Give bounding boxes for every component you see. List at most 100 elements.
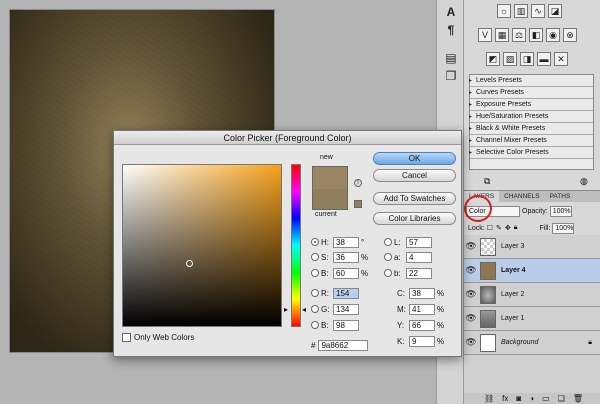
input-lab-b[interactable]: 22: [406, 267, 432, 279]
posterize-icon[interactable]: ▨: [503, 52, 517, 66]
hue-saturation-icon[interactable]: ▦: [495, 28, 509, 42]
adjustment-icon[interactable]: ◑: [529, 393, 534, 404]
field-blue: B: 98: [311, 319, 359, 331]
tab-paths[interactable]: PATHS: [545, 191, 576, 202]
layer-thumbnail: [480, 309, 496, 328]
input-l[interactable]: 57: [406, 236, 432, 248]
color-balance-icon[interactable]: ⚖: [512, 28, 526, 42]
clip-to-layer-icon[interactable]: ⧉: [484, 176, 490, 187]
radio-lab-b[interactable]: [384, 269, 392, 277]
preset-item[interactable]: Channel Mixer Presets: [469, 135, 593, 147]
layer-thumbnail: [480, 237, 496, 256]
add-to-swatches-button[interactable]: Add To Swatches: [373, 192, 456, 205]
input-g[interactable]: 134: [333, 303, 359, 315]
preset-item[interactable]: Hue/Saturation Presets: [469, 111, 593, 123]
field-b: B: 60 %: [311, 267, 368, 279]
notes-panel-icon[interactable]: ▤: [443, 50, 459, 66]
visibility-toggle-icon[interactable]: ◍: [580, 176, 588, 187]
vibrance-icon[interactable]: V: [478, 28, 492, 42]
paragraph-panel-icon[interactable]: ¶: [443, 22, 459, 38]
lock-move-icon[interactable]: ✥: [505, 224, 511, 232]
eye-icon[interactable]: 👁︎: [464, 289, 478, 300]
radio-h[interactable]: [311, 238, 319, 246]
invert-icon[interactable]: ◩: [486, 52, 500, 66]
curves-icon[interactable]: ∿: [531, 4, 545, 18]
character-panel-icon[interactable]: A: [443, 4, 459, 20]
layer-name: Layer 3: [501, 243, 525, 250]
layer-row[interactable]: 👁︎ Background 🔒︎: [464, 331, 600, 355]
input-k[interactable]: 9: [409, 335, 435, 347]
preset-item[interactable]: Black & White Presets: [469, 123, 593, 135]
current-color-swatch[interactable]: [313, 189, 347, 209]
input-c[interactable]: 38: [409, 287, 435, 299]
radio-b[interactable]: [311, 269, 319, 277]
input-b[interactable]: 60: [333, 267, 359, 279]
radio-s[interactable]: [311, 253, 319, 261]
exposure-icon[interactable]: ◪: [548, 4, 562, 18]
color-swatch: [312, 166, 348, 210]
only-web-colors-checkbox[interactable]: [122, 333, 131, 342]
lock-all-icon[interactable]: 🔒︎: [514, 224, 518, 232]
radio-l[interactable]: [384, 238, 392, 246]
color-libraries-button[interactable]: Color Libraries: [373, 212, 456, 225]
preset-item[interactable]: Curves Presets: [469, 87, 593, 99]
preset-item[interactable]: Selective Color Presets: [469, 147, 593, 159]
input-r[interactable]: 154: [333, 287, 359, 299]
clone-source-icon[interactable]: ❐: [443, 68, 459, 84]
web-safe-swatch[interactable]: [354, 200, 362, 208]
preset-item[interactable]: Exposure Presets: [469, 99, 593, 111]
cancel-button[interactable]: Cancel: [373, 169, 456, 182]
input-s[interactable]: 36: [333, 251, 359, 263]
link-icon[interactable]: ⛓: [484, 393, 494, 404]
input-a[interactable]: 4: [406, 251, 432, 263]
radio-g[interactable]: [311, 305, 319, 313]
tab-channels[interactable]: CHANNELS: [499, 191, 544, 202]
lock-transparent-icon[interactable]: ☐: [487, 224, 493, 232]
radio-blue[interactable]: [311, 321, 319, 329]
channel-mixer-icon[interactable]: ⊗: [563, 28, 577, 42]
eye-icon[interactable]: 👁︎: [464, 313, 478, 324]
layer-name: Layer 4: [501, 267, 526, 274]
black-white-icon[interactable]: ◧: [529, 28, 543, 42]
fx-icon[interactable]: fx: [502, 393, 508, 404]
photo-filter-icon[interactable]: ◉: [546, 28, 560, 42]
hue-marker-right-icon[interactable]: ◂: [302, 305, 306, 314]
hex-input[interactable]: 9a8662: [318, 340, 369, 351]
label-lab-b: b:: [394, 268, 401, 278]
mask-icon[interactable]: ◙: [516, 393, 521, 404]
input-blue[interactable]: 98: [333, 319, 359, 331]
layer-row[interactable]: 👁︎ Layer 4: [464, 259, 600, 283]
hue-marker-left-icon[interactable]: ▸: [284, 305, 288, 314]
preset-item[interactable]: Levels Presets: [469, 75, 593, 87]
layer-row[interactable]: 👁︎ Layer 2: [464, 283, 600, 307]
label-s: S:: [321, 252, 329, 262]
radio-a[interactable]: [384, 253, 392, 261]
label-a: a:: [394, 252, 401, 262]
gradient-map-icon[interactable]: ▬: [537, 52, 551, 66]
selective-color-icon[interactable]: ✕: [554, 52, 568, 66]
input-y[interactable]: 66: [409, 319, 435, 331]
new-layer-icon[interactable]: ❏: [558, 393, 565, 404]
trash-icon[interactable]: 🗑︎: [573, 393, 583, 404]
eye-icon[interactable]: 👁︎: [464, 337, 478, 348]
folder-icon[interactable]: ▭: [542, 393, 550, 404]
threshold-icon[interactable]: ◨: [520, 52, 534, 66]
brightness-icon[interactable]: ☼: [497, 4, 511, 18]
layer-row[interactable]: 👁︎ Layer 3: [464, 235, 600, 259]
input-h[interactable]: 38: [333, 236, 359, 248]
label-b: B:: [321, 268, 329, 278]
lock-paint-icon[interactable]: ✎: [496, 224, 502, 232]
levels-icon[interactable]: ▥: [514, 4, 528, 18]
eye-icon[interactable]: 👁︎: [464, 265, 478, 276]
color-field-cursor[interactable]: [186, 260, 193, 267]
layer-row[interactable]: 👁︎ Layer 1: [464, 307, 600, 331]
fill-input[interactable]: 100%: [552, 222, 575, 234]
hue-slider[interactable]: [291, 164, 301, 327]
eye-icon[interactable]: 👁︎: [464, 241, 478, 252]
ok-button[interactable]: OK: [373, 152, 456, 165]
color-field[interactable]: [122, 164, 282, 327]
input-m[interactable]: 41: [409, 303, 435, 315]
opacity-input[interactable]: 100%: [549, 205, 572, 217]
radio-r[interactable]: [311, 289, 319, 297]
gamut-warning-icon[interactable]: !: [354, 179, 362, 187]
